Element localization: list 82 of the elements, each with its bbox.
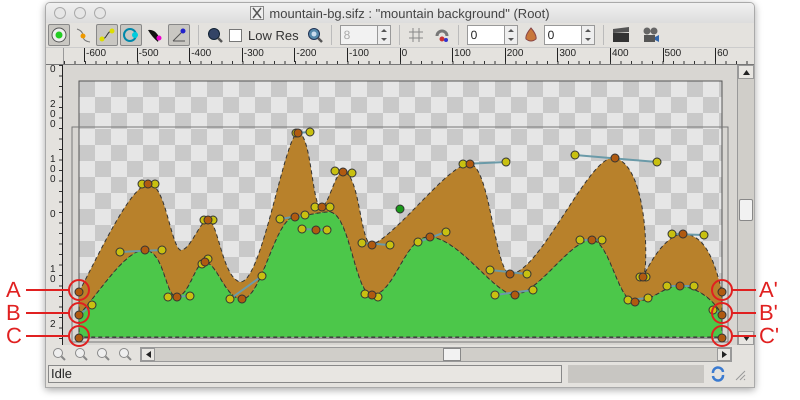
callout-label: C': [759, 325, 780, 347]
vertex-dot[interactable]: [74, 334, 84, 342]
callout-circle: [68, 325, 90, 347]
callout-label: C: [6, 325, 22, 347]
zoom-fit-icon[interactable]: [96, 347, 110, 361]
onion-icon[interactable]: [522, 27, 539, 43]
ruler-label: 100: [50, 155, 57, 185]
target-icon: [51, 27, 67, 43]
clapperboard-icon[interactable]: [612, 27, 630, 43]
callout-label: B: [6, 302, 21, 324]
spin-field[interactable]: 0: [544, 25, 595, 45]
node-path-icon: [99, 27, 115, 43]
zoom-in-icon[interactable]: [118, 347, 132, 361]
ruler-label: 2: [50, 320, 57, 330]
origin-handle[interactable]: [396, 204, 405, 214]
vertex-dot[interactable]: [74, 288, 84, 296]
callout-label: A': [759, 279, 778, 301]
vertex-dot[interactable]: [718, 310, 727, 320]
leader-line: [26, 335, 69, 337]
circle-tool-icon: [123, 27, 139, 43]
zoom-reset-icon[interactable]: [74, 347, 88, 361]
window-title: mountain-bg.sifz : "mountain background" (Root): [269, 6, 550, 20]
leader-line: [732, 289, 756, 291]
magnifier-icon[interactable]: [306, 27, 323, 43]
ruler-label: -500: [136, 48, 190, 62]
ruler-label: -100: [346, 48, 400, 62]
tool-button[interactable]: [48, 24, 70, 46]
refresh-icon[interactable]: [710, 366, 726, 382]
callout-circle: [68, 279, 90, 301]
ruler-label: 500: [662, 48, 716, 62]
magnifier-icon[interactable]: [207, 27, 223, 43]
ruler-label: -400: [189, 48, 242, 62]
front-mountain-shape[interactable]: [78, 212, 723, 338]
ruler-label: -200: [294, 48, 347, 62]
magnet-icon[interactable]: [434, 27, 450, 43]
callout-circle: [711, 325, 733, 347]
leader-line: [732, 312, 756, 314]
scroll-thumb[interactable]: [443, 348, 461, 360]
movie-camera-icon[interactable]: [642, 27, 660, 43]
ruler-label: 300: [557, 48, 610, 62]
ruler-label: 0: [50, 65, 57, 75]
vertex-dot[interactable]: [718, 334, 727, 342]
angle-icon: [171, 27, 187, 43]
ruler-label: 0: [400, 48, 452, 62]
curve-icon: [75, 27, 91, 43]
vertical-scrollbar[interactable]: [737, 65, 754, 345]
leader-line: [26, 312, 69, 314]
spin-field[interactable]: 0: [466, 25, 518, 45]
right-arrow-icon: [722, 350, 726, 358]
scroll-left-button[interactable]: [141, 348, 155, 360]
scroll-up-button[interactable]: [738, 65, 754, 79]
zoom-out-icon[interactable]: [52, 347, 66, 361]
callout-circle: [711, 279, 733, 301]
ruler-label: 100: [452, 48, 505, 62]
callout-label: A: [6, 279, 21, 301]
vertex-dot[interactable]: [74, 310, 84, 320]
ruler-label: -600: [84, 48, 137, 62]
callout-circle: [711, 302, 733, 324]
ruler-label: 10: [50, 265, 57, 285]
leader-line: [26, 289, 69, 291]
horizontal-scrollbar[interactable]: [140, 346, 732, 362]
low-res-label: Low Res: [248, 28, 299, 42]
low-res-checkbox[interactable]: [229, 28, 242, 42]
ruler-label: -300: [242, 48, 294, 62]
callout-circle: [68, 302, 90, 324]
scroll-thumb[interactable]: [739, 199, 753, 221]
leader-line: [732, 335, 756, 337]
up-arrow-icon: [742, 70, 750, 74]
scroll-right-button[interactable]: [717, 348, 731, 360]
status-text: Idle: [48, 365, 562, 383]
x11-icon: [250, 6, 264, 20]
ruler-label: 200: [504, 48, 558, 62]
ruler-label: 200: [50, 100, 57, 130]
ruler-label: 60: [715, 48, 754, 62]
feather-icon: [147, 27, 163, 43]
vertex-dot[interactable]: [718, 288, 727, 296]
callout-label: B': [759, 302, 778, 324]
grid-icon[interactable]: [408, 27, 424, 43]
left-arrow-icon: [146, 350, 150, 358]
down-arrow-icon: [742, 336, 750, 340]
ruler-label: 0: [50, 210, 57, 220]
ruler-label: 400: [610, 48, 663, 62]
